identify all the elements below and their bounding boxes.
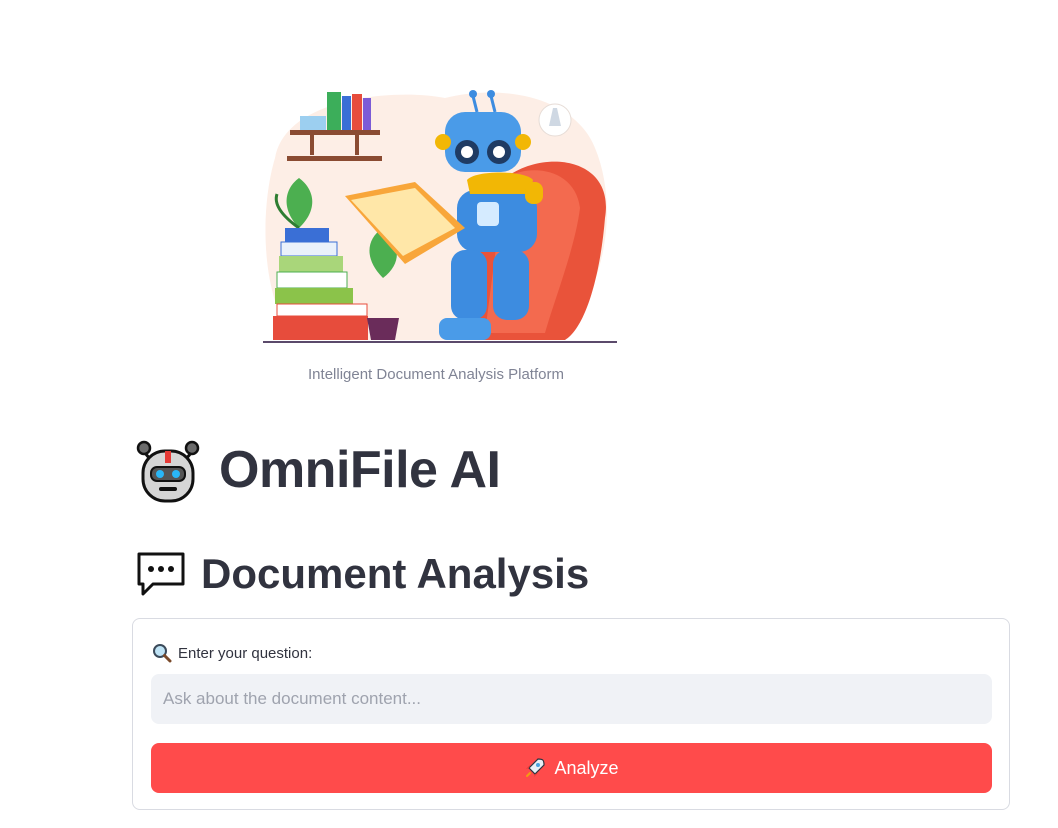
hero-caption: Intelligent Document Analysis Platform <box>308 366 564 383</box>
page-header: OmniFile AI <box>135 432 501 508</box>
analyze-button-label: Analyze <box>554 757 619 778</box>
section-title: Document Analysis <box>201 550 590 597</box>
magnifier-icon <box>153 644 172 663</box>
robot-icon <box>136 440 200 503</box>
question-label-text: Enter your question: <box>178 644 313 662</box>
question-label: Enter your question: <box>152 643 312 663</box>
robot-reading-illustration <box>263 90 617 343</box>
section-header: Document Analysis <box>135 544 589 604</box>
question-input[interactable] <box>151 674 992 724</box>
speech-bubble-icon <box>137 552 185 596</box>
rocket-icon <box>526 758 546 777</box>
page-title: OmniFile AI <box>219 441 501 499</box>
question-form: Enter your question: Analyze <box>132 618 1010 810</box>
analyze-button[interactable]: Analyze <box>151 743 992 793</box>
